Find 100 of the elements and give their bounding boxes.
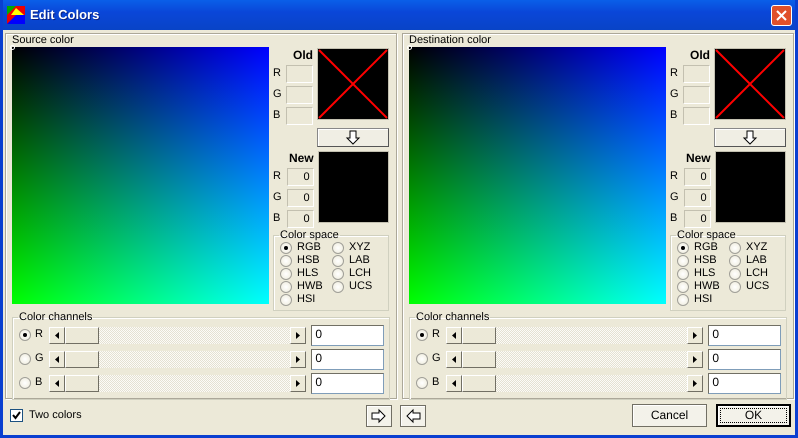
- color-gradient-picker[interactable]: [12, 47, 269, 304]
- scrollbar[interactable]: [446, 326, 704, 344]
- radio-button[interactable]: [729, 242, 741, 254]
- radio-label: XYZ: [349, 240, 370, 254]
- group-title: Color channels: [18, 311, 94, 323]
- copy-right-button[interactable]: [366, 404, 392, 426]
- scrollbar-thumb[interactable]: [64, 374, 99, 392]
- right-arrow-icon: [296, 356, 300, 362]
- radio-button[interactable]: [677, 254, 689, 266]
- scrollbar-thumb[interactable]: [64, 350, 99, 368]
- radio-button[interactable]: [332, 242, 344, 254]
- radio-button[interactable]: [280, 254, 292, 266]
- scrollbar-thumb[interactable]: [462, 326, 496, 344]
- dialog-button[interactable]: OK: [716, 404, 791, 427]
- new-label: New: [288, 150, 314, 166]
- value-field[interactable]: 0: [311, 324, 384, 346]
- radio-button[interactable]: [332, 254, 344, 266]
- picker-marker-icon: [407, 45, 412, 50]
- radio-label: HSB: [297, 254, 320, 268]
- radio-button[interactable]: [280, 280, 292, 292]
- value-field[interactable]: 0: [708, 372, 781, 394]
- channel-label: B: [432, 376, 440, 390]
- left-arrow-icon: [54, 332, 59, 338]
- arrow-right-icon: [371, 408, 387, 424]
- copy-down-button[interactable]: [714, 128, 786, 147]
- radio-button[interactable]: [280, 294, 292, 306]
- radio-button[interactable]: [677, 280, 689, 292]
- radio-button[interactable]: [19, 353, 31, 365]
- checkbox[interactable]: [10, 409, 23, 422]
- value-field[interactable]: 0: [708, 324, 781, 346]
- scrollbar[interactable]: [446, 374, 704, 392]
- radio-label: HSI: [694, 292, 712, 306]
- left-arrow-icon: [452, 356, 456, 362]
- picker-marker-icon: [10, 45, 15, 50]
- channel-label: B: [273, 212, 280, 226]
- channel-label: R: [35, 328, 44, 342]
- radio-label: HSI: [297, 292, 316, 306]
- color-gradient-picker[interactable]: [409, 47, 666, 304]
- radio-button[interactable]: [729, 268, 741, 280]
- scrollbar-thumb[interactable]: [64, 326, 99, 344]
- channel-label: G: [273, 190, 282, 204]
- close-button[interactable]: [771, 4, 792, 26]
- arrow-down-icon: [345, 130, 361, 146]
- left-arrow-icon: [452, 332, 456, 338]
- group-title: Color space: [676, 229, 737, 241]
- radio-label: RGB: [694, 240, 718, 254]
- scrollbar[interactable]: [48, 326, 306, 344]
- radio-button[interactable]: [729, 254, 741, 266]
- old-value-field: [683, 106, 710, 124]
- channel-label: G: [35, 352, 45, 366]
- channel-label: R: [432, 328, 441, 342]
- group-title: Color space: [279, 229, 340, 241]
- radio-button[interactable]: [416, 329, 428, 341]
- radio-label: LAB: [746, 254, 767, 268]
- radio-label: UCS: [746, 280, 770, 294]
- panel-title: Destination color: [408, 34, 492, 46]
- radio-button[interactable]: [677, 268, 689, 280]
- value-field[interactable]: 0: [708, 348, 781, 370]
- channel-label: G: [670, 88, 679, 102]
- radio-button[interactable]: [332, 268, 344, 280]
- scrollbar-thumb[interactable]: [462, 374, 496, 392]
- channel-label: B: [35, 376, 44, 390]
- radio-button[interactable]: [416, 353, 428, 365]
- channel-label: B: [670, 212, 678, 226]
- right-arrow-icon: [693, 356, 698, 362]
- radio-button[interactable]: [677, 242, 689, 254]
- window-title: Edit Colors: [30, 7, 100, 23]
- value-field[interactable]: 0: [311, 372, 384, 394]
- radio-label: UCS: [349, 280, 372, 294]
- radio-label: HSB: [694, 254, 717, 268]
- radio-button[interactable]: [729, 280, 741, 292]
- dialog-button[interactable]: Cancel: [632, 404, 707, 427]
- old-label: Old: [292, 47, 313, 63]
- channel-label: R: [670, 170, 678, 184]
- radio-label: HWB: [297, 280, 323, 294]
- radio-button[interactable]: [19, 329, 31, 341]
- scrollbar[interactable]: [446, 350, 704, 368]
- value-field[interactable]: 0: [311, 348, 384, 370]
- radio-button[interactable]: [19, 377, 31, 389]
- radio-button[interactable]: [677, 294, 689, 306]
- old-label: Old: [689, 47, 710, 63]
- radio-button[interactable]: [416, 377, 428, 389]
- right-arrow-icon: [296, 332, 300, 338]
- left-arrow-icon: [452, 380, 456, 386]
- radio-button[interactable]: [280, 268, 292, 280]
- copy-left-button[interactable]: [400, 404, 426, 426]
- new-value-field: 0: [684, 168, 711, 186]
- scrollbar-thumb[interactable]: [462, 350, 496, 368]
- checkbox-label: Two colors: [29, 408, 82, 422]
- scrollbar[interactable]: [48, 374, 306, 392]
- copy-down-button[interactable]: [317, 128, 389, 147]
- close-icon: [776, 10, 787, 20]
- radio-button[interactable]: [332, 280, 344, 292]
- channel-label: R: [670, 66, 678, 80]
- new-value-field: 0: [684, 188, 711, 206]
- new-value-field: 0: [286, 188, 314, 206]
- radio-button[interactable]: [280, 242, 292, 254]
- channel-label: B: [670, 108, 678, 122]
- scrollbar[interactable]: [48, 350, 306, 368]
- radio-label: RGB: [297, 240, 321, 254]
